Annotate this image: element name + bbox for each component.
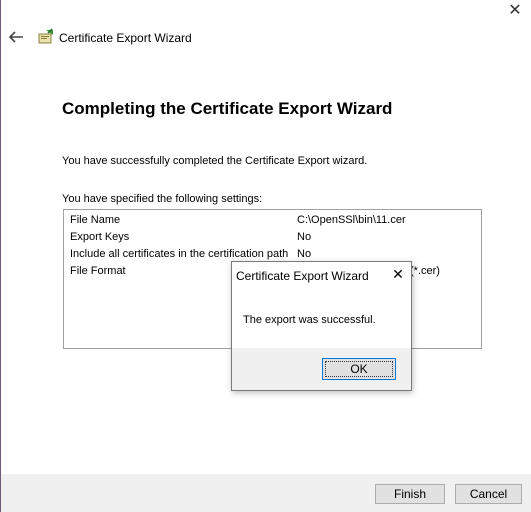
close-icon[interactable]: ✕ [507, 3, 523, 19]
back-arrow-icon[interactable] [7, 28, 25, 46]
ok-button[interactable]: OK [322, 358, 396, 380]
dialog-title: Certificate Export Wizard [236, 269, 369, 283]
setting-value-include-certificates: No [297, 248, 312, 260]
certificate-export-wizard-window: ✕ Certificate Export Wizard Completing t… [0, 0, 531, 512]
setting-value-file-name: C:\OpenSSl\bin\11.cer [297, 214, 406, 226]
settings-label: You have specified the following setting… [62, 193, 263, 205]
setting-value-file-format: (*.cer) [410, 265, 440, 277]
certificate-wizard-icon [37, 28, 55, 46]
dialog-message: The export was successful. [243, 314, 376, 326]
dialog-footer: OK [232, 348, 411, 390]
setting-name-file-name: File Name [70, 214, 121, 226]
export-success-dialog: Certificate Export Wizard ✕ The export w… [231, 261, 412, 391]
setting-name-export-keys: Export Keys [70, 231, 130, 243]
setting-value-export-keys: No [297, 231, 312, 243]
intro-text: You have successfully completed the Cert… [62, 155, 368, 167]
dialog-close-icon[interactable]: ✕ [391, 267, 405, 281]
wizard-footer [1, 474, 531, 512]
page-heading: Completing the Certificate Export Wizard [62, 99, 393, 118]
cancel-button[interactable]: Cancel [455, 484, 522, 504]
setting-name-file-format: File Format [70, 265, 126, 277]
finish-button[interactable]: Finish [375, 484, 445, 504]
window-title: Certificate Export Wizard [59, 31, 192, 45]
setting-name-include-certificates: Include all certificates in the certific… [70, 248, 289, 260]
